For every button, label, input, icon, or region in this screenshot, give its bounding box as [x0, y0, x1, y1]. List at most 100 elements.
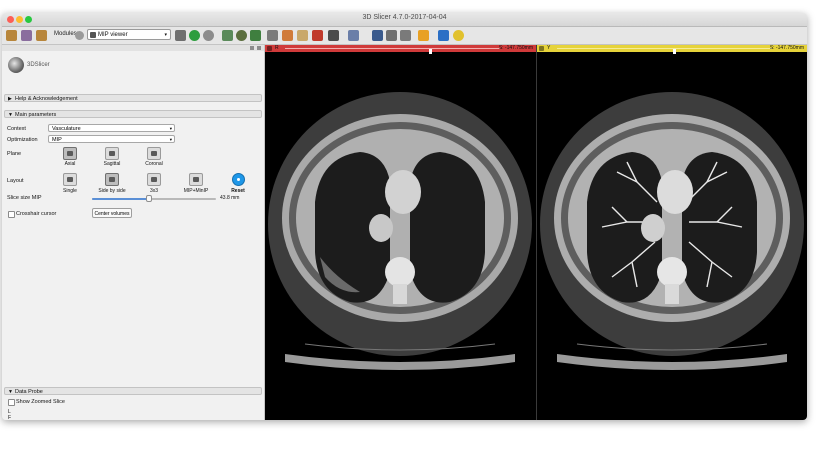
module-icon: [90, 32, 96, 38]
plane-sagittal-button[interactable]: [105, 147, 119, 160]
main-toolbar: Modules: MIP viewer ▾: [2, 27, 807, 45]
optimization-value: MIP: [52, 137, 62, 143]
data-module-icon[interactable]: [222, 30, 233, 41]
plane-axial-caption: Axial: [64, 161, 76, 167]
dicom-icon[interactable]: [21, 30, 32, 41]
yellow-slice-offset: S: -147.750mm: [769, 45, 804, 51]
slicer-window: 3D Slicer 4.7.0-2017-04-04 Modules: MIP …: [2, 13, 807, 420]
single-view-icon: [67, 177, 73, 182]
yellow-slice-offset-slider[interactable]: [557, 48, 772, 54]
plane-label: Plane: [7, 151, 22, 157]
module-search-icon[interactable]: [75, 31, 84, 40]
module-history-icon[interactable]: [175, 30, 186, 41]
collapse-arrow-icon: ▼: [8, 112, 13, 118]
red-slice-view[interactable]: B: CTChest: [265, 52, 536, 420]
load-data-icon[interactable]: [6, 30, 17, 41]
module-selected: MIP viewer: [98, 32, 128, 38]
layout-single-caption: Single: [63, 188, 77, 194]
chevron-down-icon: ▾: [164, 32, 167, 38]
layout-label: Layout: [7, 178, 24, 184]
yellow-slice-controller: Y S: -147.750mm: [537, 45, 807, 54]
layout-side-by-side-button[interactable]: [105, 173, 119, 186]
layout-mip-minip-caption: MIP+MinIP: [183, 188, 209, 194]
main-section-title: Main parameters: [15, 112, 57, 118]
undock-icon[interactable]: [250, 46, 254, 50]
models-module-icon[interactable]: [250, 30, 261, 41]
help-section-header[interactable]: ▶ Help & Acknowledgement: [4, 94, 262, 102]
context-select[interactable]: Vasculature ▾: [48, 124, 175, 132]
context-label: Context: [7, 126, 26, 132]
probe-row-f: F: [8, 415, 12, 420]
red-slice-controller: R S: -147.750mm: [265, 45, 536, 54]
layout-icon[interactable]: [328, 30, 339, 41]
reset-icon: [237, 178, 240, 181]
yellow-slice-view[interactable]: B: CTChest: [537, 52, 807, 420]
slice-size-slider[interactable]: [92, 195, 216, 202]
red-slice-offset: S: -147.750mm: [498, 45, 533, 51]
center-volumes-button[interactable]: Center volumes: [92, 208, 132, 218]
coronal-icon: [151, 151, 157, 156]
red-view-corner-annotation: B: CTChest: [268, 413, 297, 419]
back-arrow-icon[interactable]: [189, 30, 200, 41]
plane-coronal-caption: Coronal: [145, 161, 163, 167]
help-section-title: Help & Acknowledgement: [15, 96, 78, 102]
crosshair-icon[interactable]: [418, 30, 429, 41]
slice-size-fill: [92, 198, 150, 200]
window-title: 3D Slicer 4.7.0-2017-04-04: [362, 14, 447, 21]
crosshair-checkbox[interactable]: [8, 211, 15, 218]
context-value: Vasculature: [52, 126, 81, 132]
layout-side-by-side-caption: Side by side: [98, 188, 126, 194]
module-selector[interactable]: MIP viewer ▾: [87, 29, 171, 40]
close-panel-icon[interactable]: [257, 46, 261, 50]
data-probe-title: Data Probe: [15, 389, 43, 395]
pin-icon[interactable]: [267, 46, 272, 51]
mip-minip-icon: [193, 177, 199, 182]
chevron-updown-icon: ▾: [169, 137, 172, 142]
python-icon[interactable]: [453, 30, 464, 41]
scene-views-icon[interactable]: [386, 30, 397, 41]
segment-editor-icon[interactable]: [297, 30, 308, 41]
panel-header: [2, 45, 264, 51]
python-console-icon[interactable]: [438, 30, 449, 41]
slicer-logo-icon: [8, 57, 24, 73]
layout-reset-button[interactable]: [232, 173, 245, 186]
yellow-slice-letter: Y: [547, 45, 551, 51]
data-probe-header[interactable]: ▼ Data Probe: [4, 387, 262, 395]
side-by-side-icon: [109, 177, 115, 182]
plane-axial-button[interactable]: [63, 147, 77, 160]
transforms-module-icon[interactable]: [267, 30, 278, 41]
collapse-arrow-icon: ▼: [8, 389, 13, 395]
red-slice-offset-slider[interactable]: [285, 48, 500, 54]
slice-size-value: 43.8 mm: [220, 195, 240, 201]
layout-single-button[interactable]: [63, 173, 77, 186]
markups-module-icon[interactable]: [282, 30, 293, 41]
expand-arrow-icon: ▶: [8, 96, 12, 102]
show-zoomed-label: Show Zoomed Slice: [16, 399, 65, 405]
optimization-select[interactable]: MIP ▾: [48, 135, 175, 143]
crosshair-label: Crosshair cursor: [16, 211, 57, 217]
axial-icon: [67, 151, 73, 156]
slice-size-label: Slice size MIP: [7, 195, 42, 201]
mouse-mode-icon[interactable]: [348, 30, 359, 41]
plane-coronal-button[interactable]: [147, 147, 161, 160]
module-panel: 3DSlicer ▶ Help & Acknowledgement ▼ Main…: [2, 45, 265, 420]
slice-views: R S: -147.750mm Y S: -147.750mm B: CTChe…: [265, 45, 807, 420]
optimization-label: Optimization: [7, 137, 38, 143]
crop-icon[interactable]: [312, 30, 323, 41]
show-zoomed-checkbox[interactable]: [8, 399, 15, 406]
forward-arrow-icon[interactable]: [203, 30, 214, 41]
red-slice-letter: R: [275, 45, 279, 51]
volumes-module-icon[interactable]: [236, 30, 247, 41]
logo-text: 3DSlicer: [27, 62, 50, 68]
slice-size-handle[interactable]: [146, 195, 153, 202]
yellow-view-corner-annotation: B: CTChest: [540, 413, 569, 419]
screenshot-icon[interactable]: [372, 30, 383, 41]
chevron-updown-icon: ▾: [169, 126, 172, 131]
pin-icon[interactable]: [539, 46, 544, 51]
main-parameters-header[interactable]: ▼ Main parameters: [4, 110, 262, 118]
layout-reset-caption: Reset: [231, 188, 245, 194]
layout-3x3-button[interactable]: [147, 173, 161, 186]
extensions-icon[interactable]: [400, 30, 411, 41]
save-icon[interactable]: [36, 30, 47, 41]
layout-mip-minip-button[interactable]: [189, 173, 203, 186]
